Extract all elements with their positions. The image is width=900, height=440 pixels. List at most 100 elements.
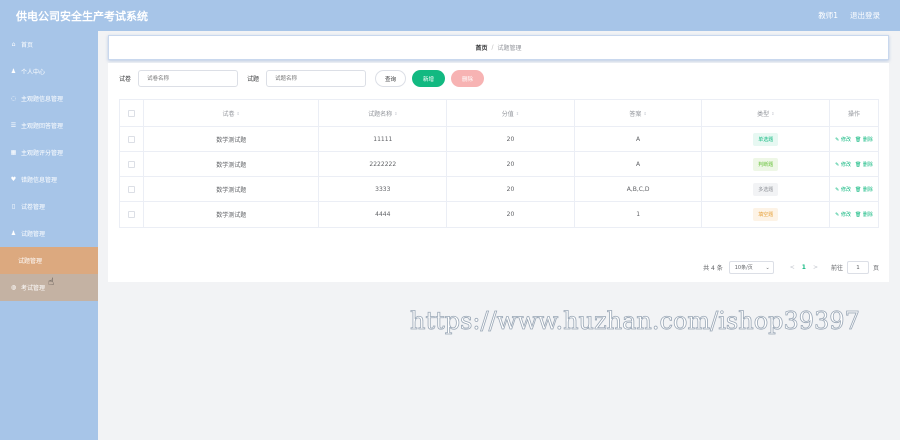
page-size-value: 10条/页 [734,265,753,271]
sidebar-item-subjective-answer[interactable]: ☰ 主观题回答管理 [0,112,98,139]
top-bar: 供电公司安全生产考试系统 教师1 退出登录 [0,0,900,31]
goto-page-input[interactable]: 1 [846,261,869,274]
cell-paper: 数学测试题 [144,202,320,227]
main-area: 首页 / 试题管理 试卷 试题 查询 新增 删除 试卷⇕ 试题名称⇕ 分值⇕ 答… [98,31,900,440]
row-checkbox[interactable] [127,185,135,193]
sidebar-item-wrong-questions[interactable]: ♥ 错题信息管理 [0,166,98,193]
table-header-row: 试卷 ⇕ 试题名称 ⇕ 分值 ⇕ 答案 ⇕ 类型 ⇕ 操作 [120,100,878,127]
paper-search-input[interactable] [138,70,239,87]
row-select-cell [120,202,144,227]
logout-link[interactable]: 退出登录 [850,10,880,21]
cell-answer: A [575,152,703,176]
sidebar-item-papers[interactable]: ▯ 试卷管理 [0,193,98,220]
select-all-cell [120,100,144,126]
delete-button[interactable]: 删除 [451,70,485,87]
edit-button[interactable]: ✎ 修改 [835,161,851,168]
breadcrumb: 首页 / 试题管理 [108,35,889,60]
header-score[interactable]: 分值 ⇕ [447,100,575,126]
sidebar-item-subjective-grade[interactable]: ▦ 主观题评分管理 [0,139,98,166]
cell-name: 11111 [319,127,448,151]
cell-score: 20 [447,202,575,227]
top-right-actions: 教师1 退出登录 [818,10,880,21]
user-icon: ♟ [10,230,17,237]
cell-actions: ✎ 修改 🗑 删除 [830,127,878,151]
row-select-cell [120,152,144,176]
sidebar-item-label: 考试管理 [21,285,46,292]
sort-icon[interactable]: ⇕ [771,111,774,116]
breadcrumb-home[interactable]: 首页 [475,43,487,52]
sort-icon[interactable]: ⇕ [237,111,240,116]
cell-score: 20 [447,177,575,201]
sidebar-item-label: 主观题评分管理 [21,150,64,157]
breadcrumb-current: 试题管理 [497,45,522,52]
sort-icon[interactable]: ⇕ [394,111,397,116]
sidebar-item-label: 个人中心 [21,69,46,76]
cell-type: 单选题 [702,127,831,151]
sidebar-item-label: 试卷管理 [21,204,46,211]
select-all-checkbox[interactable] [127,109,135,117]
table-row: 数学测试题 2222222 20 A 判断题 ✎ 修改 🗑 删除 [120,152,878,177]
header-actions: 操作 [830,100,878,126]
table-row: 数学测试题 3333 20 A,B,C,D 多选题 ✎ 修改 🗑 删除 [120,177,878,202]
table-row: 数学测试题 4444 20 1 填空题 ✎ 修改 🗑 删除 [120,202,878,227]
hand-cursor-icon: ☝ [48,277,55,288]
sort-icon[interactable]: ⇕ [516,111,519,116]
sidebar-item-label: 试题管理 [18,258,43,265]
type-tag: 多选题 [753,182,779,196]
edit-button[interactable]: ✎ 修改 [835,211,851,218]
sidebar-item-questions[interactable]: ♟ 试题管理 [0,220,98,247]
sidebar-item-home[interactable]: ⌂ 首页 [0,31,98,58]
table-row: 数学测试题 11111 20 A 单选题 ✎ 修改 🗑 删除 [120,127,878,152]
questions-table: 试卷 ⇕ 试题名称 ⇕ 分值 ⇕ 答案 ⇕ 类型 ⇕ 操作 数学测试题 11111 20 … [119,99,879,228]
chevron-down-icon: ⌄ [765,264,770,271]
page-size-select[interactable]: 10条/页 ⌄ [728,261,774,274]
question-search-input[interactable] [266,70,367,87]
goto-label: 前往 [830,265,843,272]
add-button[interactable]: 新增 [412,70,446,87]
row-delete-button[interactable]: 🗑 删除 [855,136,873,143]
sidebar-item-label: 试题管理 [21,231,46,238]
cell-answer: A,B,C,D [575,177,703,201]
type-tag: 单选题 [753,132,779,146]
app-title: 供电公司安全生产考试系统 [16,9,148,23]
row-delete-button[interactable]: 🗑 删除 [855,211,873,218]
sidebar: ⌂ 首页 ♟ 个人中心 ◌ 主观题信息管理 ☰ 主观题回答管理 ▦ 主观题评分管理 ♥ 错题… [0,31,98,440]
circle-icon: ◌ [10,95,17,102]
edit-button[interactable]: ✎ 修改 [835,136,851,143]
current-user[interactable]: 教师1 [818,10,838,21]
next-page-button[interactable]: > [813,264,818,271]
row-checkbox[interactable] [127,135,135,143]
header-name[interactable]: 试题名称 ⇕ [319,100,448,126]
cell-answer: 1 [575,202,703,227]
header-label: 试卷 [222,110,235,118]
header-answer[interactable]: 答案 ⇕ [575,100,703,126]
question-label: 试题 [247,76,260,83]
cell-type: 判断题 [702,152,831,176]
query-button[interactable]: 查询 [375,70,407,87]
header-type[interactable]: 类型 ⇕ [702,100,831,126]
page-unit-label: 页 [872,265,879,272]
header-label: 试题名称 [368,110,393,118]
edit-button[interactable]: ✎ 修改 [835,186,851,193]
row-checkbox[interactable] [127,160,135,168]
total-count: 共 4 条 [703,265,723,272]
list-icon: ☰ [10,122,17,129]
cell-name: 2222222 [319,152,448,176]
prev-page-button[interactable]: < [790,264,795,271]
row-checkbox[interactable] [127,211,135,218]
row-delete-button[interactable]: 🗑 删除 [855,161,873,168]
cell-name: 3333 [319,177,448,201]
doc-icon: ▯ [11,203,16,210]
sidebar-subitem-questions[interactable]: 试题管理 [0,247,98,274]
sidebar-item-subjective-info[interactable]: ◌ 主观题信息管理 [0,85,98,112]
page-number-current[interactable]: 1 [802,264,806,271]
sidebar-item-label: 首页 [21,42,34,49]
cell-actions: ✎ 修改 🗑 删除 [830,177,878,201]
row-delete-button[interactable]: 🗑 删除 [855,186,873,193]
sort-icon[interactable]: ⇕ [643,111,646,116]
user-icon: ♟ [10,68,17,75]
content-card: 试卷 试题 查询 新增 删除 试卷⇕ 试题名称⇕ 分值⇕ 答案⇕ 类型⇕ 操作 … [108,63,889,282]
header-label: 类型 [757,110,770,118]
sidebar-item-profile[interactable]: ♟ 个人中心 [0,58,98,85]
header-paper[interactable]: 试卷 ⇕ [144,100,320,126]
